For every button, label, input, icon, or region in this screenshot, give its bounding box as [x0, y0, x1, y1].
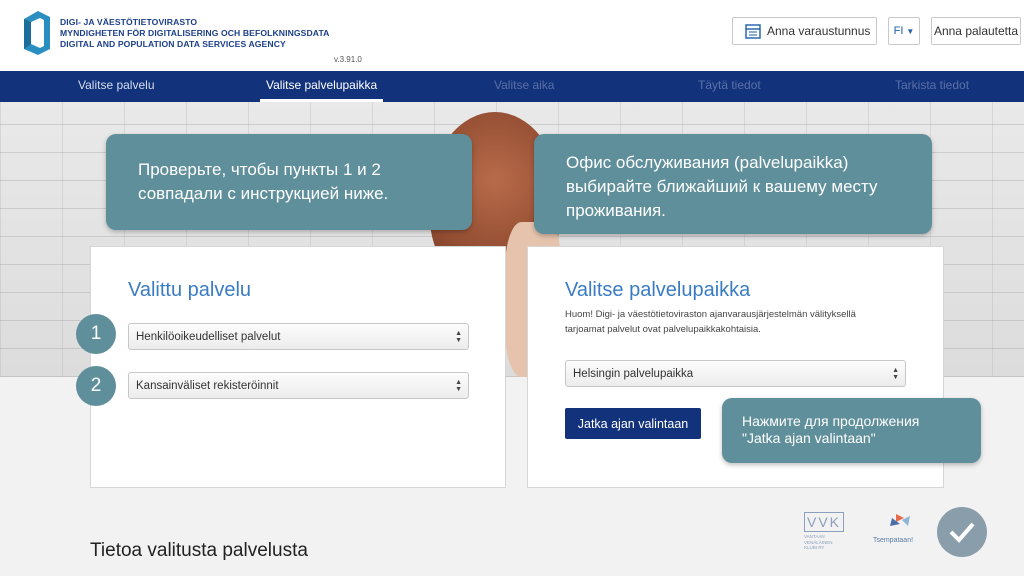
service-location-value: Helsingin palvelupaikka	[573, 367, 694, 380]
step-navigation: Valitse palvelu Valitse palvelupaikka Va…	[0, 71, 1024, 102]
step-marker-2: 2	[76, 366, 116, 406]
booking-code-button[interactable]: Anna varaustunnus	[732, 17, 877, 45]
site-header: DIGI- JA VÄESTÖTIETOVIRASTO MYNDIGHETEN …	[0, 0, 1024, 71]
tab-choose-time: Valitse aika	[494, 78, 555, 92]
select-arrows-icon: ▲ ▼	[892, 367, 899, 381]
vvk-logo-icon: VVK	[804, 512, 844, 532]
tsempataan-logo: Tsempataan!	[866, 512, 920, 544]
vvk-line: KLUBI RY	[804, 545, 825, 550]
tab-fill-details: Täytä tiedot	[698, 78, 761, 92]
chevron-down-icon: ▼	[906, 26, 915, 36]
service-select[interactable]: Kansainväliset rekisteröinnit ▲ ▼	[128, 372, 469, 399]
select-arrows-icon: ▲ ▼	[455, 330, 462, 344]
language-label: FI	[893, 25, 904, 37]
language-select[interactable]: FI ▼	[888, 17, 920, 45]
service-value: Kansainväliset rekisteröinnit	[136, 379, 279, 392]
select-arrows-icon: ▲ ▼	[455, 379, 462, 393]
agency-logo-icon[interactable]	[22, 9, 52, 57]
continue-to-time-button[interactable]: Jatka ajan valintaan	[565, 408, 701, 439]
tab-choose-service-location[interactable]: Valitse palvelupaikka	[260, 71, 384, 102]
callout-check-items: Проверьте, чтобы пункты 1 и 2 совпадали …	[106, 134, 472, 230]
service-location-title: Valitse palvelupaikka	[565, 279, 751, 301]
selected-service-card: Valittu palvelu Henkilöoikeudelliset pal…	[90, 246, 506, 488]
service-location-select[interactable]: Helsingin palvelupaikka ▲ ▼	[565, 360, 906, 387]
callout-office-hint: Офис обслуживания (palvelupaikka) выбира…	[534, 134, 932, 234]
finnish-work-badge	[937, 507, 987, 557]
vvk-logo-text: VANTAAN VENÄLÄINEN KLUBI RY	[804, 534, 844, 551]
step-marker-1: 1	[76, 314, 116, 354]
checkmark-icon	[949, 522, 975, 543]
service-location-notice: Huom! Digi- ja väestötietoviraston ajanv…	[565, 309, 856, 335]
feedback-button[interactable]: Anna palautetta	[931, 17, 1021, 45]
booking-code-label: Anna varaustunnus	[767, 24, 871, 38]
agency-name-en: DIGITAL AND POPULATION DATA SERVICES AGE…	[60, 39, 286, 49]
selected-service-title: Valittu palvelu	[128, 279, 252, 301]
service-category-select[interactable]: Henkilöoikeudelliset palvelut ▲ ▼	[128, 323, 469, 350]
calendar-icon	[745, 24, 761, 39]
service-info-heading: Tietoa valitusta palvelusta	[90, 540, 308, 561]
agency-name-sv: MYNDIGHETEN FÖR DIGITALISERING OCH BEFOL…	[60, 28, 330, 38]
tab-review-details: Tarkista tiedot	[895, 78, 970, 92]
vvk-logo: VVK VANTAAN VENÄLÄINEN KLUBI RY	[804, 512, 844, 552]
callout-continue-hint: Нажмите для продолжения "Jatka ajan vali…	[722, 398, 981, 463]
agency-name-fi: DIGI- JA VÄESTÖTIETOVIRASTO	[60, 17, 198, 27]
tab-choose-service[interactable]: Valitse palvelu	[78, 71, 155, 102]
agency-name[interactable]: DIGI- JA VÄESTÖTIETOVIRASTO MYNDIGHETEN …	[60, 17, 330, 50]
tsempataan-icon	[890, 514, 910, 526]
tsempataan-label: Tsempataan!	[872, 537, 914, 544]
version-label: v.3.91.0	[334, 55, 362, 64]
service-category-value: Henkilöoikeudelliset palvelut	[136, 330, 281, 343]
